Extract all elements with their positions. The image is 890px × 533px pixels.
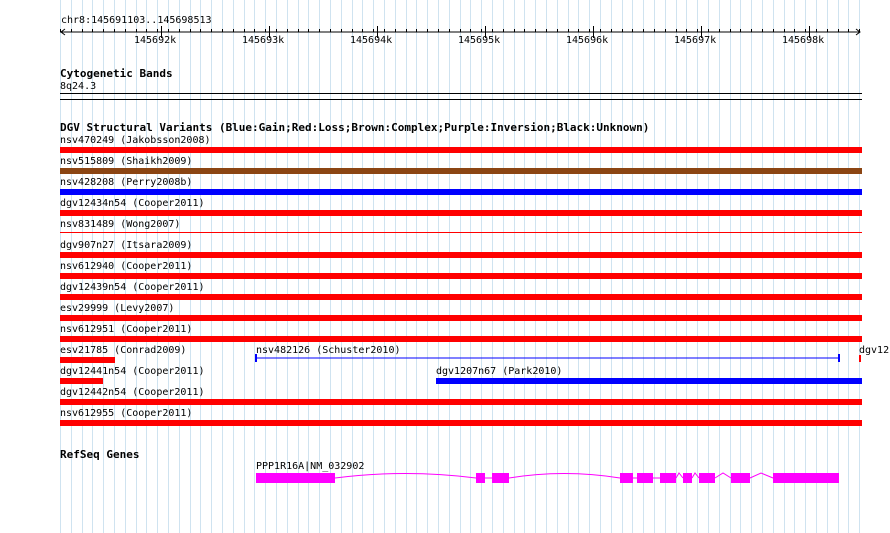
cytoband-ideogram-bottom[interactable] [60,99,862,100]
gene-exon [699,473,715,483]
ruler-tick-label: 145698k [782,35,825,46]
gene-exon [773,473,839,483]
gene-exon [476,473,485,483]
ruler-tick-label: 145695k [458,35,501,46]
variant-bar[interactable] [60,399,862,405]
variant-bar[interactable] [60,210,862,216]
gene-intron [714,472,732,479]
variant-bar[interactable] [60,420,862,426]
variant-label: dgv12442n54 (Cooper2011) [60,387,205,398]
dgv-track-title: DGV Structural Variants (Blue:Gain;Red:L… [60,121,650,134]
ruler-tick-label: 145694k [350,35,393,46]
gene-intron [675,472,684,479]
variant-bar[interactable] [60,294,862,300]
variant-label: nsv612955 (Cooper2011) [60,408,193,419]
gene-intron [691,472,700,479]
variant-bar[interactable] [60,378,103,384]
gene-intron [749,472,774,479]
variant-label: dgv907n27 (Itsara2009) [60,240,193,251]
gene-exon [731,473,750,483]
gene-exon [492,473,509,483]
ruler-tick-label: 145697k [674,35,717,46]
ruler-tick-label: 145693k [242,35,285,46]
variant-bar-thin[interactable] [255,354,841,364]
gene-exon [256,473,335,483]
gene-model[interactable] [0,465,890,490]
variant-label: nsv612940 (Cooper2011) [60,261,193,272]
location-label: chr8:145691103..145698513 [61,15,212,26]
variant-label: nsv470249 (Jakobsson2008) [60,135,211,146]
variant-bar[interactable] [859,355,861,362]
variant-bar[interactable] [60,232,862,233]
variant-label: dgv12439n54 (Cooper2011) [60,282,205,293]
variant-bar[interactable] [60,189,862,195]
variant-bar[interactable] [60,357,115,363]
variant-bar[interactable] [60,315,862,321]
variant-bar[interactable] [60,168,862,174]
variant-label: dgv1207n67 (Park2010) [436,366,563,377]
variant-bar[interactable] [60,252,862,258]
gene-exon [683,473,692,483]
cytoband-track-title: Cytogenetic Bands [60,67,173,80]
variant-label: dgv12434n54 (Cooper2011) [60,198,205,209]
gene-exon [620,473,633,483]
variant-bar[interactable] [60,273,862,279]
variant-label: nsv831489 (Wong2007) [60,219,181,230]
variant-bar[interactable] [436,378,862,384]
gene-intron [508,473,621,479]
ruler-tick-label: 145696k [566,35,609,46]
refseq-track-title: RefSeq Genes [60,448,140,461]
ruler-tick-label: 145692k [134,35,177,46]
gene-exon [637,473,653,483]
variant-label: dgv12441n54 (Cooper2011) [60,366,205,377]
variant-label: esv21785 (Conrad2009) [60,345,187,356]
variant-label: nsv428208 (Perry2008b) [60,177,193,188]
variant-bar[interactable] [60,336,862,342]
cytoband-ideogram-top[interactable] [60,93,862,94]
gene-intron [334,473,477,479]
variant-label: dgv12 [859,345,890,356]
gene-exon [660,473,676,483]
variant-label: nsv515809 (Shaikh2009) [60,156,193,167]
variant-label: esv29999 (Levy2007) [60,303,175,314]
cytoband-label: 8q24.3 [60,81,97,92]
variant-bar[interactable] [60,147,862,153]
variant-label: nsv612951 (Cooper2011) [60,324,193,335]
